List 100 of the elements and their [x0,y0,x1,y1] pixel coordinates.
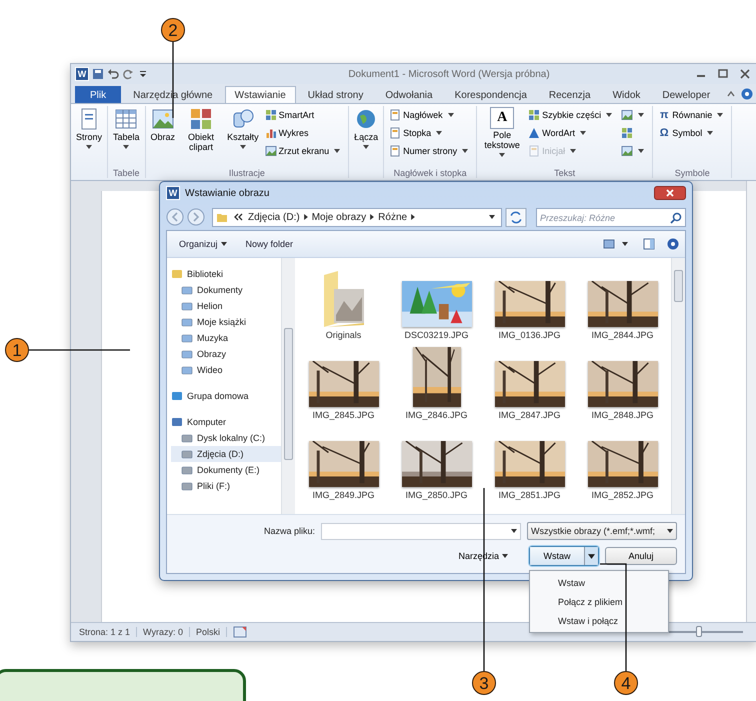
tiles-icon [264,109,277,121]
menu-item[interactable]: Połącz z plikiem [530,592,668,611]
nav-item[interactable]: Muzyka [171,330,281,346]
ribbon-button[interactable]: Stopka [387,124,474,142]
search-icon [670,212,682,224]
document-icon [181,332,193,344]
page-icon [389,145,402,157]
ribbon-tab[interactable]: Deweloper [652,86,720,103]
insert-button[interactable]: Wstaw [530,547,584,565]
ribbon-tab[interactable]: Widok [602,86,650,103]
zoom-slider-thumb[interactable] [696,626,702,637]
file-item[interactable]: Originals [297,264,390,344]
document-icon [181,300,193,312]
path-segment[interactable]: Różne [378,212,408,222]
file-item[interactable]: IMG_2844.JPG [576,264,669,344]
close-button[interactable] [654,186,686,200]
caret-icon [588,554,595,558]
caret-icon [436,131,442,135]
menu-item[interactable]: Wstaw i połącz [530,611,668,630]
nav-item[interactable]: Wideo [171,362,281,378]
triangle-icon [304,214,308,220]
file-item[interactable]: IMG_2851.JPG [483,424,576,504]
callout-number: 3 [472,671,496,695]
help-icon[interactable] [667,238,679,250]
ribbon-button[interactable]: SmartArt [262,106,346,124]
file-item[interactable]: IMG_2850.JPG [390,424,483,504]
close-icon [665,189,675,197]
ribbon-tab[interactable]: Plik [75,86,122,103]
toolbar-button[interactable]: Nowy folder [240,237,300,251]
caret-icon[interactable] [622,242,628,246]
file-item[interactable]: IMG_2848.JPG [576,344,669,424]
path-segment[interactable]: Zdjęcia (D:) [248,212,300,222]
page-icon [389,127,402,139]
ribbon-button[interactable]: Kształty [225,106,261,168]
preview-pane-icon[interactable] [643,238,655,250]
chart-icon [264,127,277,139]
view-icon[interactable] [603,238,615,250]
network-icon [171,390,183,402]
nav-item[interactable]: Dokumenty (E:) [171,462,281,478]
file-item[interactable]: IMG_2846.JPG [390,344,483,424]
file-item[interactable]: IMG_2852.JPG [576,424,669,504]
refresh-icon[interactable] [505,208,527,226]
callout-number: 4 [614,671,638,695]
ribbon-button[interactable]: Numer strony [387,142,474,160]
ribbon-button[interactable]: Łącza [352,106,380,178]
dropdown-button[interactable] [584,547,598,565]
file-item[interactable]: IMG_2849.JPG [297,424,390,504]
file-item[interactable]: IMG_2847.JPG [483,344,576,424]
save-icon[interactable] [92,68,104,80]
scroll-bar[interactable] [671,258,685,514]
nav-item[interactable]: Komputer [171,414,281,430]
ribbon-button[interactable]: π Równanie [656,106,728,124]
ribbon-button[interactable]: Nagłówek [387,106,474,124]
ribbon-button[interactable]: Obraz [148,106,178,168]
file-name-field[interactable] [321,522,521,540]
menu-item[interactable]: Wstaw [530,573,668,592]
nav-item[interactable]: Dokumenty [171,282,281,298]
help-icon[interactable] [741,88,753,100]
ribbon-tab[interactable]: Układ strony [298,86,374,103]
nav-item[interactable]: Pliki (F:) [171,478,281,494]
customize-icon[interactable] [137,68,149,80]
search-field[interactable]: Przeszukaj: Różne [536,208,686,227]
proofing-icon[interactable] [232,626,247,638]
nav-item[interactable]: Grupa domowa [171,388,281,404]
computer-icon [171,416,183,428]
file-item[interactable]: DSC03219.JPG [390,264,483,344]
address-bar[interactable]: Zdjęcia (D:) Moje obrazy Różne [212,208,502,226]
ribbon-button[interactable]: Tabela [111,106,142,168]
status-item: Wyrazy: 0 [137,627,190,637]
drive-icon [181,464,193,476]
scroll-bar[interactable] [746,181,756,622]
nav-item[interactable]: Obrazy [171,346,281,362]
toolbar-button[interactable]: Organizuj [173,237,236,251]
ribbon-button[interactable]: Obiekt clipart [179,106,224,168]
ribbon-tab[interactable]: Recenzja [538,86,601,103]
ribbon-tab[interactable]: Odwołania [375,86,443,103]
ribbon-button[interactable]: Wykres [262,124,346,142]
nav-item[interactable]: Helion [171,298,281,314]
ribbon-button[interactable]: Zrzut ekranu [262,142,346,160]
ribbon-button[interactable]: Ω Symbol [656,124,728,142]
path-segment[interactable]: Moje obrazy [312,212,366,222]
nav-item[interactable]: Dysk lokalny (C:) [171,430,281,446]
ribbon-button[interactable]: A Pole tekstowe [480,106,524,168]
undo-icon[interactable] [107,68,119,80]
nav-item[interactable]: Biblioteki [171,266,281,282]
cancel-button[interactable]: Anuluj [605,547,677,565]
scroll-bar[interactable] [281,258,295,514]
caret-icon [499,152,506,157]
nav-item[interactable]: Moje książki [171,314,281,330]
file-type-dropdown[interactable]: Wszystkie obrazy (*.emf;*.wmf; [527,522,677,540]
nav-item[interactable]: Zdjęcia (D:) [171,446,281,462]
ribbon-button[interactable]: Szybkie części [526,106,618,124]
drive-icon [181,448,193,460]
group-label: Symbole [674,168,711,178]
file-item[interactable]: IMG_2845.JPG [297,344,390,424]
ribbon-tab[interactable]: Korespondencja [444,86,537,103]
file-item[interactable]: IMG_0136.JPG [483,264,576,344]
ribbon-tab[interactable]: Wstawianie [224,86,296,103]
ribbon-button[interactable]: WordArt [526,124,618,142]
ribbon-button[interactable]: Strony [74,106,104,178]
